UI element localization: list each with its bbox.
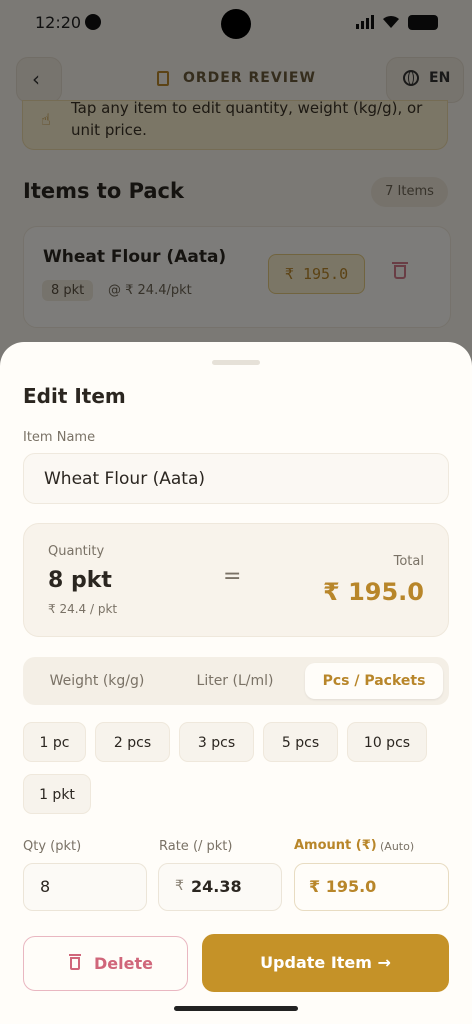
amount-label: Amount (₹) bbox=[294, 838, 377, 853]
sheet-grab-handle[interactable] bbox=[212, 360, 260, 365]
rate-label: Rate (/ pkt) bbox=[159, 839, 233, 854]
edit-item-sheet: Edit Item Item Name Quantity 8 pkt ₹ 24.… bbox=[0, 342, 472, 1024]
quantity-summary-card: Quantity 8 pkt ₹ 24.4 / pkt = Total ₹ 19… bbox=[23, 523, 449, 637]
total-value: ₹ 195.0 bbox=[323, 578, 424, 606]
amount-field-value: ₹ 195.0 bbox=[309, 877, 377, 896]
trash-icon bbox=[69, 954, 81, 970]
quick-qty-chip[interactable]: 2 pcs bbox=[95, 722, 170, 762]
qty-label: Qty (pkt) bbox=[23, 839, 82, 854]
home-indicator[interactable] bbox=[174, 1006, 298, 1011]
equals-sign: = bbox=[223, 564, 242, 589]
quick-qty-chip[interactable]: 10 pcs bbox=[347, 722, 427, 762]
total-label: Total bbox=[393, 554, 424, 569]
rate-input-value: 24.38 bbox=[191, 877, 242, 896]
quick-qty-chip[interactable]: 3 pcs bbox=[179, 722, 254, 762]
sheet-title: Edit Item bbox=[23, 384, 126, 408]
rate-input[interactable]: ₹ 24.38 bbox=[158, 863, 282, 911]
quantity-label: Quantity bbox=[48, 544, 105, 559]
quick-qty-chip[interactable]: 5 pcs bbox=[263, 722, 338, 762]
quantity-value: 8 pkt bbox=[48, 568, 112, 593]
quick-qty-chip[interactable]: 1 pkt bbox=[23, 774, 91, 814]
unit-option-weight[interactable]: Weight (kg/g) bbox=[29, 663, 165, 699]
quick-qty-chip[interactable]: 1 pc bbox=[23, 722, 86, 762]
update-item-button[interactable]: Update Item → bbox=[202, 934, 449, 992]
item-name-label: Item Name bbox=[23, 430, 96, 445]
unit-rate-text: ₹ 24.4 / pkt bbox=[48, 602, 118, 616]
delete-button-label: Delete bbox=[94, 954, 153, 973]
update-button-label: Update Item → bbox=[260, 953, 391, 972]
item-name-input[interactable] bbox=[23, 453, 449, 504]
rupee-prefix: ₹ bbox=[175, 878, 184, 894]
delete-button[interactable]: Delete bbox=[23, 936, 188, 991]
amount-field: ₹ 195.0 bbox=[294, 863, 449, 911]
unit-option-liter[interactable]: Liter (L/ml) bbox=[167, 663, 303, 699]
unit-option-pcs-packets[interactable]: Pcs / Packets bbox=[305, 663, 443, 699]
qty-input-value: 8 bbox=[40, 877, 51, 896]
qty-input[interactable]: 8 bbox=[23, 863, 147, 911]
amount-auto-tag: (Auto) bbox=[380, 840, 415, 853]
unit-type-selector: Weight (kg/g) Liter (L/ml) Pcs / Packets bbox=[23, 657, 449, 705]
